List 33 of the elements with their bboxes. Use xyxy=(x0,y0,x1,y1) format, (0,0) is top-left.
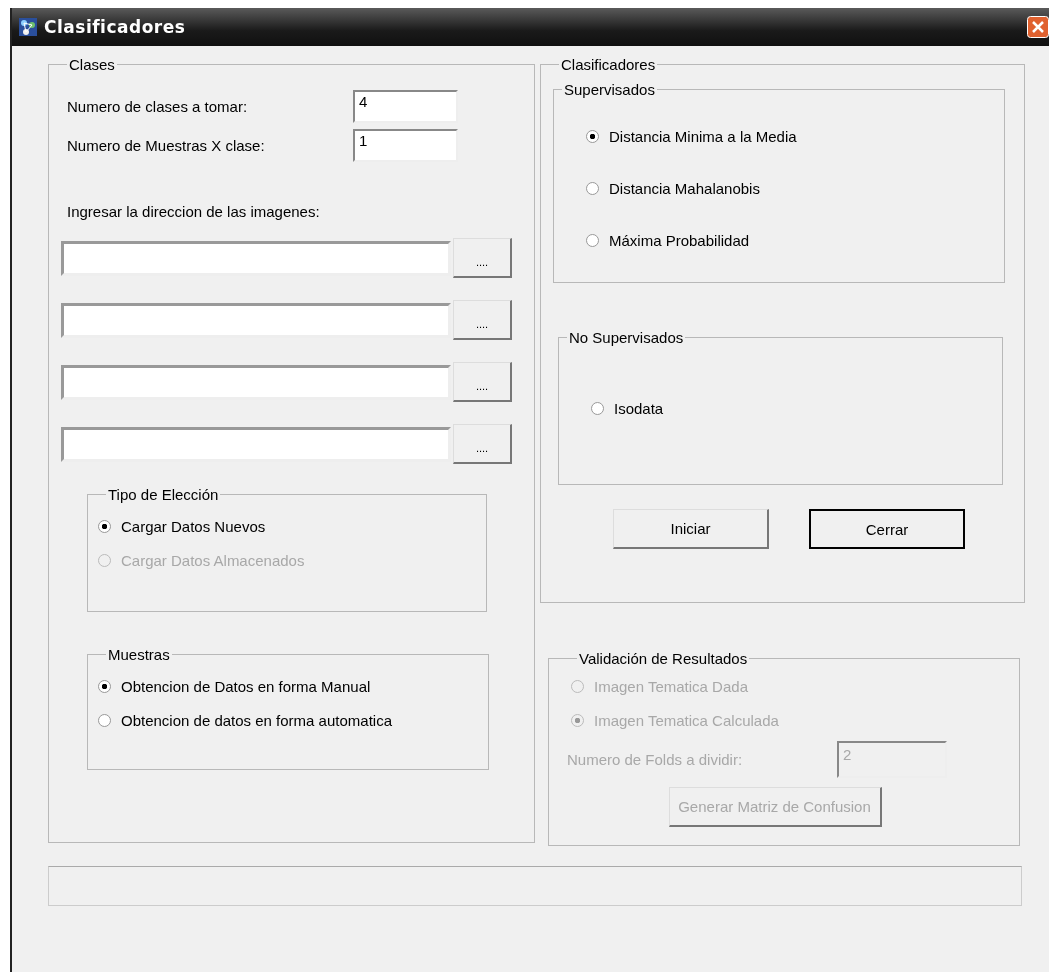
group-title: Clases xyxy=(68,56,116,73)
field-label: Ingresar la direccion de las imagenes: xyxy=(67,203,321,220)
radio-option[interactable]: Distancia Mahalanobis xyxy=(554,162,1004,214)
close-icon[interactable] xyxy=(1027,16,1049,38)
browse-button[interactable]: .... xyxy=(453,362,512,402)
group-title: Muestras xyxy=(107,646,171,663)
radio-option[interactable]: Isodata xyxy=(559,382,1002,434)
radio-option[interactable]: Distancia Minima a la Media xyxy=(554,110,1004,162)
path-field[interactable] xyxy=(61,426,451,462)
radio-option[interactable]: Obtencion de Datos en forma Manual xyxy=(98,669,478,703)
field-label: Numero de Folds a dividir: xyxy=(567,750,744,768)
path-field[interactable] xyxy=(61,302,451,338)
radio-option[interactable]: Máxima Probabilidad xyxy=(554,214,1004,266)
field-label: Numero de Muestras X clase: xyxy=(66,137,266,154)
action-button[interactable]: Cerrar xyxy=(809,509,965,549)
path-field[interactable] xyxy=(61,240,451,276)
window-title: Clasificadores xyxy=(44,17,186,37)
browse-button[interactable]: .... xyxy=(453,424,512,464)
network-icon xyxy=(18,17,38,37)
radio-option[interactable]: Obtencion de datos en forma automatica xyxy=(98,703,478,737)
browse-button[interactable]: .... xyxy=(453,238,512,278)
input-field[interactable]: 1 xyxy=(353,129,458,162)
path-field[interactable] xyxy=(61,364,451,400)
group-title: No Supervisados xyxy=(568,329,685,346)
action-button[interactable]: Iniciar xyxy=(613,509,769,549)
group-title: Supervisados xyxy=(563,81,656,98)
group-title: Validación de Resultados xyxy=(578,650,749,667)
group-title: Clasificadores xyxy=(560,56,657,73)
field-label: Numero de clases a tomar: xyxy=(66,98,249,115)
input-field[interactable]: 4 xyxy=(353,90,458,123)
browse-button[interactable]: .... xyxy=(453,300,512,340)
group-title: Tipo de Elección xyxy=(107,486,220,503)
radio-option[interactable]: Cargar Datos Nuevos xyxy=(98,509,476,543)
